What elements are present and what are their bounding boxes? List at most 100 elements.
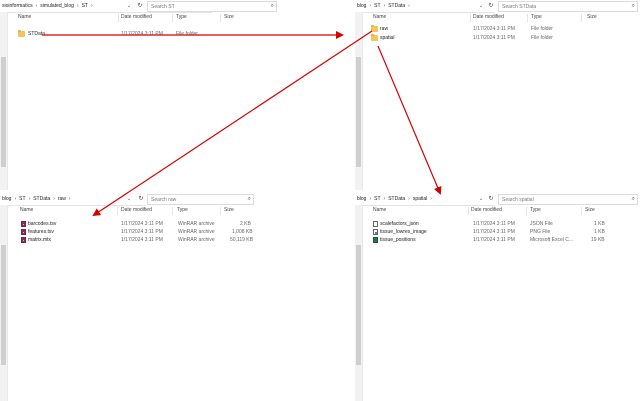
column-header-name[interactable]: Name [373, 14, 386, 22]
list-item[interactable]: barcodes.tsv 1/17/2024 3:11 PM WinRAR ar… [10, 220, 288, 228]
search-input[interactable]: Search STData [502, 4, 536, 10]
breadcrumb-item[interactable]: ST [374, 3, 380, 9]
column-divider[interactable] [581, 14, 582, 22]
chevron-down-icon[interactable]: ⌄ [125, 2, 133, 10]
nav-scrollbar[interactable] [355, 205, 363, 401]
breadcrumb-item[interactable]: STData [388, 3, 405, 9]
column-header-type[interactable]: Type [177, 207, 188, 215]
search-box[interactable]: Search ST ⌕ [147, 1, 277, 12]
refresh-icon[interactable]: ↻ [136, 2, 144, 10]
breadcrumb-item[interactable]: ST [374, 196, 380, 202]
chevron-down-icon[interactable]: ⌄ [477, 2, 485, 10]
search-icon[interactable]: ⌕ [248, 196, 251, 203]
scrollbar-thumb[interactable] [1, 245, 6, 365]
column-header-date[interactable]: Date modified [121, 14, 152, 22]
scrollbar-thumb[interactable] [356, 57, 361, 167]
refresh-icon[interactable]: ↻ [487, 2, 495, 10]
column-divider[interactable] [220, 14, 221, 22]
breadcrumb[interactable]: blog › ST › STData › [357, 3, 410, 9]
column-header-size[interactable]: Size [224, 14, 234, 22]
breadcrumb-item[interactable]: sioinformatics [2, 3, 33, 9]
column-divider[interactable] [172, 14, 173, 22]
search-input[interactable]: Search spatial [502, 197, 534, 203]
breadcrumb[interactable]: sioinformatics › simulated_blog › ST › [2, 3, 93, 9]
item-type: Microsoft Excel C... [530, 237, 574, 243]
column-header-date[interactable]: Date modified [473, 14, 504, 22]
nav-scrollbar[interactable] [0, 205, 8, 401]
column-divider[interactable] [117, 207, 118, 215]
column-header-type[interactable]: Type [176, 14, 187, 22]
address-bar[interactable]: blog › ST › STData › spatial › ⌄ ↻ [355, 193, 495, 206]
list-item[interactable]: tissue_positions 1/17/2024 3:11 PM Micro… [365, 236, 638, 244]
item-date: 1/17/2024 3:11 PM [121, 221, 163, 227]
breadcrumb-item[interactable]: ST [82, 3, 88, 9]
column-header-type[interactable]: Type [531, 14, 542, 22]
column-divider[interactable] [581, 207, 582, 215]
column-divider[interactable] [527, 14, 528, 22]
search-box[interactable]: Search spatial ⌕ [498, 194, 638, 205]
address-bar[interactable]: blog › ST › STData › raw › ⌄ ↻ [0, 193, 146, 206]
winrar-archive-icon [21, 237, 26, 243]
search-icon[interactable]: ⌕ [632, 196, 635, 203]
list-item[interactable]: tissue_lowres_image 1/17/2024 3:11 PM PN… [365, 228, 638, 236]
nav-scrollbar[interactable] [355, 12, 363, 190]
column-header-size[interactable]: Size [224, 207, 234, 215]
item-name: scalefactors_json [380, 221, 419, 227]
breadcrumb-item[interactable]: simulated_blog [40, 3, 74, 9]
column-header-type[interactable]: Type [530, 207, 541, 215]
scrollbar-thumb[interactable] [356, 245, 361, 365]
scrollbar-thumb[interactable] [1, 57, 6, 167]
column-divider[interactable] [172, 207, 173, 215]
search-icon[interactable]: ⌕ [632, 3, 635, 10]
breadcrumb-item[interactable]: STData [388, 196, 405, 202]
breadcrumb-item[interactable]: blog [2, 196, 11, 202]
breadcrumb-item[interactable]: STData [33, 196, 50, 202]
nav-scrollbar[interactable] [0, 12, 8, 190]
search-box[interactable]: Search STData ⌕ [498, 1, 638, 12]
item-type: WinRAR archive [178, 237, 215, 243]
search-box[interactable]: Search raw ⌕ [147, 194, 254, 205]
column-divider[interactable] [220, 207, 221, 215]
column-divider[interactable] [468, 207, 469, 215]
column-header-name[interactable]: Name [373, 207, 386, 215]
breadcrumb[interactable]: blog › ST › STData › raw › [2, 196, 71, 202]
chevron-down-icon[interactable]: ⌄ [477, 195, 485, 203]
refresh-icon[interactable]: ↻ [487, 195, 495, 203]
breadcrumb-item[interactable]: raw [58, 196, 66, 202]
list-item[interactable]: scalefactors_json 1/17/2024 3:11 PM JSON… [365, 220, 638, 228]
item-type: PNG File [530, 229, 551, 235]
breadcrumb-item[interactable]: blog [357, 196, 366, 202]
item-name: barcodes.tsv [28, 221, 57, 227]
column-header-date[interactable]: Date modified [471, 207, 502, 215]
column-header-size[interactable]: Size [585, 207, 595, 215]
refresh-icon[interactable]: ↻ [137, 195, 145, 203]
item-type: File folder [176, 31, 198, 37]
search-icon[interactable]: ⌕ [271, 3, 274, 10]
chevron-down-icon[interactable]: ⌄ [125, 195, 133, 203]
search-input[interactable]: Search ST [151, 4, 175, 10]
item-type: File folder [531, 35, 553, 41]
item-name: matrix.mtx [28, 237, 52, 243]
column-divider[interactable] [470, 14, 471, 22]
list-item[interactable]: spatial 1/17/2024 3:11 PM File folder [365, 34, 638, 42]
breadcrumb-item[interactable]: spatial [413, 196, 427, 202]
address-bar[interactable]: blog › ST › STData › ⌄ ↻ [355, 0, 495, 13]
column-header-size[interactable]: Size [587, 14, 597, 22]
list-item[interactable]: features.tsv 1/17/2024 3:11 PM WinRAR ar… [10, 228, 288, 236]
explorer-window-raw: blog › ST › STData › raw › ⌄ ↻ Search raw ⌕ … [0, 193, 290, 401]
search-input[interactable]: Search raw [151, 197, 176, 203]
breadcrumb-item[interactable]: blog [357, 3, 366, 9]
item-type: WinRAR archive [178, 221, 215, 227]
list-item[interactable]: STData 1/17/2024 3:11 PM File folder [10, 30, 288, 38]
breadcrumb[interactable]: blog › ST › STData › spatial › [357, 196, 432, 202]
column-header-name[interactable]: Name [20, 207, 33, 215]
excel-file-icon [373, 237, 378, 243]
column-header-name[interactable]: Name [18, 14, 31, 22]
list-item[interactable]: matrix.mtx 1/17/2024 3:11 PM WinRAR arch… [10, 236, 288, 244]
list-item[interactable]: raw 1/17/2024 3:11 PM File folder [365, 25, 638, 33]
column-divider[interactable] [118, 14, 119, 22]
breadcrumb-item[interactable]: ST [19, 196, 25, 202]
item-size: 19 KB [591, 237, 605, 243]
column-divider[interactable] [526, 207, 527, 215]
column-header-date[interactable]: Date modified [121, 207, 152, 215]
